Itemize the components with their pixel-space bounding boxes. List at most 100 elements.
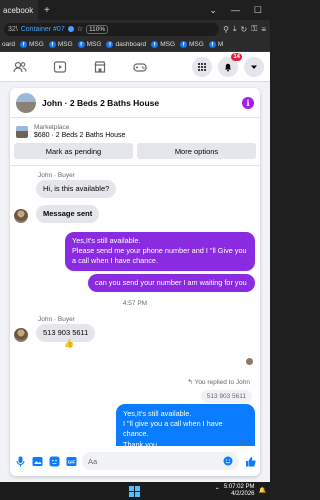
download-icon[interactable]: ⤓ xyxy=(233,24,237,34)
listing-thumbnail xyxy=(16,125,28,138)
bookmark-item[interactable]: f MSG xyxy=(20,41,44,48)
thumbs-up-icon[interactable] xyxy=(244,455,256,467)
browser-tab[interactable]: acebook ✕ xyxy=(0,0,38,20)
bookmark-item[interactable]: f MSG xyxy=(151,41,175,48)
nav-right-actions: 14 xyxy=(192,53,264,77)
menu-button[interactable] xyxy=(192,57,212,77)
chat-header: John · 2 Beds 2 Baths House i xyxy=(10,88,260,118)
sender-name: John · Buyer xyxy=(38,172,75,179)
bookmark-label: MSG xyxy=(189,41,204,48)
bookmark-item[interactable]: f MSG xyxy=(48,41,73,48)
container-icon xyxy=(67,26,74,32)
sticker-icon[interactable] xyxy=(48,455,60,467)
extensions-icon[interactable]: ⚲ xyxy=(223,25,229,34)
minimize-icon[interactable]: — xyxy=(231,5,240,16)
facebook-icon: f xyxy=(106,41,114,48)
marketplace-icon xyxy=(94,60,106,73)
chat-window: John · 2 Beds 2 Baths House i Marketplac… xyxy=(10,88,260,476)
facebook-icon: f xyxy=(208,41,216,48)
emoji-icon[interactable] xyxy=(223,456,233,466)
reply-icon: ↰ xyxy=(187,379,193,386)
message-reaction[interactable]: 👍 xyxy=(64,339,74,348)
start-icon[interactable] xyxy=(127,484,141,498)
system-clock[interactable]: 5:07:02 PM 4/2/2026 xyxy=(224,484,255,498)
bell-icon[interactable]: 🔔 xyxy=(259,487,266,494)
bookmark-label: MSG xyxy=(29,41,44,48)
nav-marketplace[interactable] xyxy=(86,52,114,82)
tray-chevron-icon[interactable]: ⌃ xyxy=(215,487,220,494)
chat-title[interactable]: John · 2 Beds 2 Baths House xyxy=(42,98,236,108)
message-input[interactable]: Aa xyxy=(82,452,239,470)
bookmark-label: oard xyxy=(2,41,16,48)
bookmark-label: dashboard xyxy=(115,41,147,48)
chevron-down-icon[interactable]: ⌄ xyxy=(209,5,217,16)
bookmark-label: MSG xyxy=(57,41,73,48)
marketplace-listing[interactable]: Marketplace $680 · 2 Beds 2 Baths House xyxy=(10,118,260,143)
bookmark-label: MSG xyxy=(160,41,175,48)
photo-icon[interactable] xyxy=(31,455,43,467)
microphone-icon[interactable] xyxy=(14,455,26,467)
system-tray: ⌃ 5:07:02 PM 4/2/2026 🔔 xyxy=(215,484,266,498)
address-bar[interactable]: 32\ Container #07 ☆ 110% xyxy=(4,22,220,36)
caret-down-icon xyxy=(251,65,257,69)
facebook-icon: f xyxy=(180,41,187,48)
avatar[interactable] xyxy=(14,328,28,342)
mark-as-pending-button[interactable]: Mark as pending xyxy=(14,143,133,159)
gif-icon[interactable]: GIF xyxy=(65,455,77,467)
tab-title: acebook xyxy=(3,5,34,15)
key-icon[interactable]: ⚿ xyxy=(251,24,257,34)
bell-icon xyxy=(225,63,231,72)
incoming-message[interactable]: Hi, is this available? xyxy=(36,180,117,199)
bookmark-item[interactable]: f MSG xyxy=(77,41,102,48)
address-bar-row: 32\ Container #07 ☆ 110% ⚲ ⤓ ↻ ⚿ ≡ xyxy=(0,20,270,38)
message-timestamp: 4:57 PM xyxy=(122,300,148,307)
more-options-button[interactable]: More options xyxy=(137,143,256,159)
account-button[interactable] xyxy=(244,57,264,77)
window-controls: ⌄ — ☐ xyxy=(209,5,270,16)
bookmark-item[interactable]: f MSG xyxy=(180,41,204,48)
sync-icon[interactable]: ↻ xyxy=(241,25,248,34)
clock-date: 4/2/2026 xyxy=(231,490,255,497)
bookmark-item[interactable]: oard xyxy=(2,41,15,48)
listing-avatar[interactable] xyxy=(16,92,36,113)
maximize-icon[interactable]: ☐ xyxy=(254,5,262,16)
listing-actions: Mark as pending More options xyxy=(10,143,260,165)
reply-note: ↰ You replied to John xyxy=(187,378,250,386)
bookmark-item[interactable]: fM xyxy=(208,41,224,48)
bookmark-item[interactable]: f dashboard xyxy=(106,41,146,48)
gaming-icon xyxy=(133,62,147,72)
container-label[interactable]: Container #07 xyxy=(21,26,65,33)
video-icon xyxy=(53,60,67,73)
clock-time: 5:07:02 PM xyxy=(223,484,255,490)
zoom-level[interactable]: 110% xyxy=(86,24,109,34)
bookmark-label: M xyxy=(217,41,224,48)
grid-menu-icon xyxy=(198,63,206,71)
notifications-button[interactable]: 14 xyxy=(218,53,242,77)
facebook-icon: f xyxy=(20,41,28,48)
facebook-top-nav: 14 xyxy=(0,52,270,82)
nav-video[interactable] xyxy=(46,52,74,82)
info-icon[interactable]: i xyxy=(242,96,254,109)
notification-count-badge: 14 xyxy=(231,53,242,61)
nav-gaming[interactable] xyxy=(126,52,154,82)
bookmark-label: MSG xyxy=(86,41,102,48)
star-icon[interactable]: ☆ xyxy=(77,25,83,33)
bookmarks-bar: oard f MSG f MSG f MSG f dashboard f MSG f MSG… xyxy=(0,38,270,52)
sender-name: John · Buyer xyxy=(38,316,75,323)
message-thread[interactable]: John · Buyer Hi, is this available? Mess… xyxy=(10,165,260,471)
avatar[interactable] xyxy=(14,209,28,223)
browser-tab-bar: acebook ✕ + ⌄ — ☐ xyxy=(0,0,270,20)
quoted-message[interactable]: 513 903 5611 xyxy=(200,390,252,403)
listing-price-title: $680 · 2 Beds 2 Baths House xyxy=(34,132,126,139)
marketplace-label: Marketplace xyxy=(34,124,70,131)
menu-icon[interactable]: ≡ xyxy=(261,25,266,34)
close-tab-icon[interactable]: ✕ xyxy=(37,5,38,16)
os-taskbar: ⌃ 5:07:02 PM 4/2/2026 🔔 xyxy=(0,482,270,500)
outgoing-message[interactable]: Yes,It's still available. Please send me… xyxy=(65,232,255,271)
incoming-message[interactable]: Message sent xyxy=(36,205,100,224)
message-composer: GIF Aa xyxy=(10,446,260,476)
nav-friends[interactable] xyxy=(6,52,34,82)
outgoing-message[interactable]: can you send your number I am waiting fo… xyxy=(88,274,255,293)
svg-text:GIF: GIF xyxy=(67,459,75,464)
new-tab-icon[interactable]: + xyxy=(44,5,50,16)
